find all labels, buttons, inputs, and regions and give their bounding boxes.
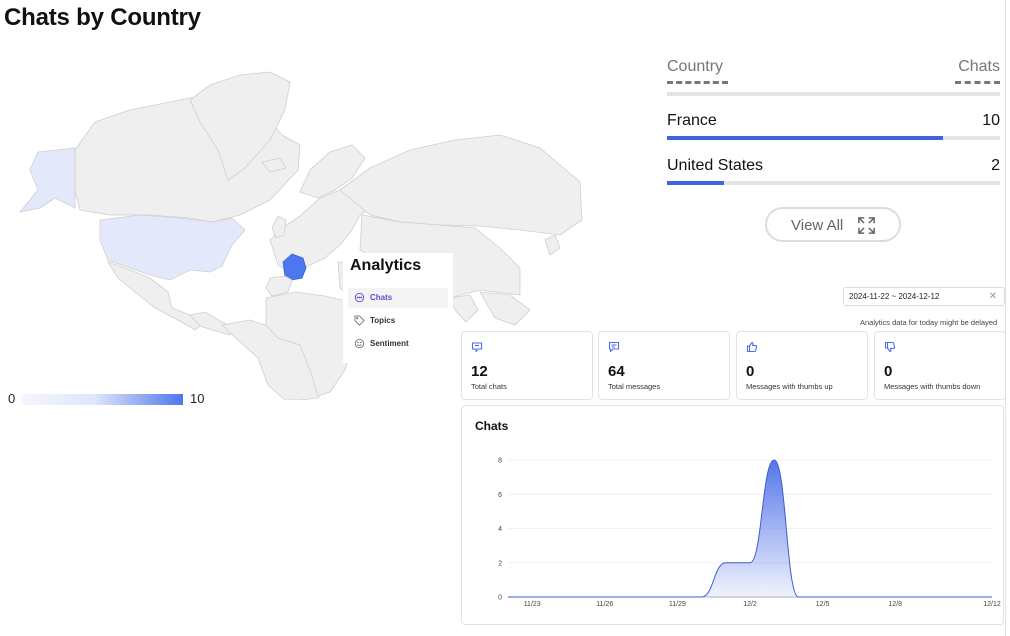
expand-icon <box>858 217 875 234</box>
close-icon[interactable]: ✕ <box>989 291 997 302</box>
thumbs-down-icon <box>884 341 896 353</box>
x-tick-label: 12/5 <box>816 601 830 608</box>
stat-value: 0 <box>746 363 755 380</box>
stat-card-total-chats: 12 Total chats <box>461 331 593 400</box>
map-legend-max: 10 <box>190 391 205 406</box>
stat-label: Messages with thumbs down <box>884 382 981 391</box>
stat-label: Total chats <box>471 382 507 391</box>
chat-bubble-icon <box>354 292 365 303</box>
map-region-japan <box>544 234 561 256</box>
map-legend-gradient <box>22 394 183 405</box>
x-tick-label: 12/12 <box>983 601 1001 608</box>
tag-icon <box>354 315 365 326</box>
sidebar-item-topics[interactable]: Topics <box>348 311 448 331</box>
y-tick-label: 4 <box>498 526 502 533</box>
chats-icon <box>471 342 483 353</box>
page-title: Chats by Country <box>4 4 201 31</box>
country-row[interactable]: France 10 <box>667 96 1000 141</box>
x-tick-label: 11/29 <box>669 601 686 608</box>
map-region-southeast-asia <box>479 291 531 326</box>
country-bar-track <box>667 181 1000 185</box>
chats-chart-panel: Chats 0 2 4 6 8 11/23 11/26 11/29 12/2 12/5 12/8 12… <box>461 405 1004 625</box>
map-region-alaska <box>18 147 76 213</box>
country-bar-fill <box>667 181 724 185</box>
country-bar-fill <box>667 136 944 140</box>
stat-value: 12 <box>471 363 488 380</box>
smiley-icon <box>354 338 365 349</box>
sidebar-item-sentiment[interactable]: Sentiment <box>348 334 448 354</box>
analytics-sidebar: Analytics Chats Topics Sentiment <box>343 253 453 363</box>
thumbs-up-icon <box>746 341 758 353</box>
y-tick-label: 0 <box>498 595 502 602</box>
country-table-header: Country Chats <box>667 56 1000 96</box>
date-range-value: 2024-11-22 ~ 2024-12-12 <box>849 292 940 301</box>
stat-label: Total messages <box>608 382 661 391</box>
country-chats: 2 <box>991 157 1000 174</box>
country-chats: 10 <box>982 112 1000 129</box>
y-tick-label: 8 <box>498 458 502 465</box>
country-name: France <box>667 112 717 129</box>
view-all-button[interactable]: View All <box>765 207 901 242</box>
header-country[interactable]: Country <box>667 58 723 76</box>
stat-card-total-messages: 64 Total messages <box>598 331 730 400</box>
country-bar-track <box>667 136 1000 140</box>
map-legend-min: 0 <box>8 391 16 406</box>
stat-label: Messages with thumbs up <box>746 382 833 391</box>
sidebar-item-chats[interactable]: Chats <box>348 288 448 308</box>
x-tick-label: 12/8 <box>888 601 902 608</box>
analytics-title: Analytics <box>350 257 422 274</box>
map-region-uk <box>271 215 287 239</box>
map-region-iberia <box>265 275 293 297</box>
y-tick-label: 6 <box>498 492 502 499</box>
view-all-label: View All <box>791 217 844 234</box>
map-region-india <box>449 294 479 323</box>
message-icon <box>608 341 620 353</box>
stat-value: 0 <box>884 363 893 380</box>
header-chats[interactable]: Chats <box>958 58 1000 76</box>
chats-area-chart[interactable]: 0 2 4 6 8 11/23 11/26 11/29 12/2 12/5 12/8 12/12 <box>462 406 1005 626</box>
x-tick-label: 11/23 <box>524 601 541 608</box>
y-tick-label: 2 <box>498 560 502 567</box>
delay-note: Analytics data for today might be delaye… <box>860 318 998 327</box>
x-tick-label: 11/26 <box>596 601 613 608</box>
country-row[interactable]: United States 2 <box>667 141 1000 186</box>
header-country-underline <box>667 81 728 84</box>
country-table: Country Chats France 10 United States 2 <box>667 56 1000 186</box>
sidebar-item-label: Sentiment <box>370 339 409 348</box>
stat-card-thumbs-down: 0 Messages with thumbs down <box>874 331 1006 400</box>
stat-value: 64 <box>608 363 625 380</box>
sidebar-item-label: Topics <box>370 316 396 325</box>
sidebar-item-label: Chats <box>370 293 393 302</box>
stat-card-thumbs-up: 0 Messages with thumbs up <box>736 331 868 400</box>
date-range-picker[interactable]: 2024-11-22 ~ 2024-12-12 ✕ <box>843 287 1005 306</box>
x-tick-label: 12/2 <box>743 601 757 608</box>
panel-divider <box>1005 0 1006 636</box>
country-name: United States <box>667 157 764 174</box>
header-chats-underline <box>955 81 1000 84</box>
